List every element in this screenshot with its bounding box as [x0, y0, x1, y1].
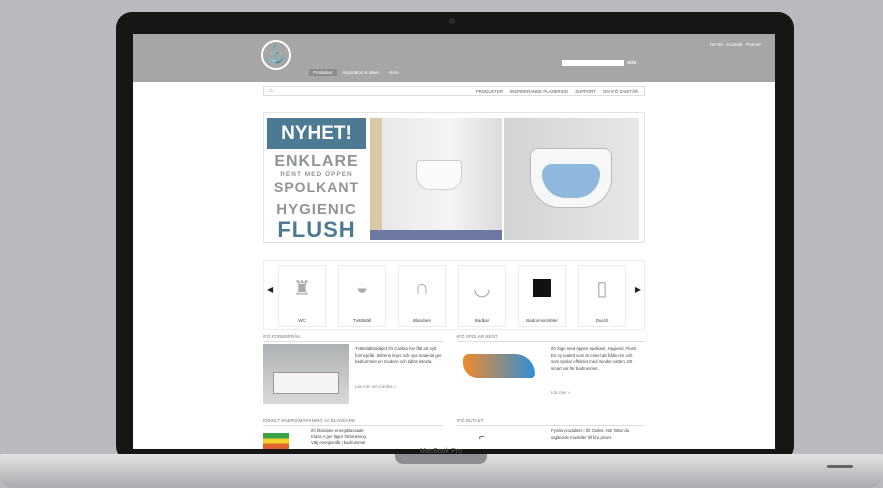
laptop-brand: MacBook Pro: [419, 448, 463, 455]
search-input[interactable]: [562, 60, 624, 66]
faucet-icon: ⌐: [479, 432, 485, 443]
hero-line: HYGIENIC: [276, 201, 357, 218]
toilet-image: [416, 160, 462, 190]
section-heading: IFÖ FORMSPRÅK: [263, 334, 443, 342]
section-heading: IFÖ OUTLET: [457, 418, 645, 426]
header-nav: Produkter Inspiration & Ideer Hem: [309, 69, 403, 76]
hero-line: SPOLKANT: [274, 179, 359, 195]
faucet-icon: ∩: [414, 276, 430, 299]
product-label: Badkar: [474, 318, 490, 323]
wood-panel: [370, 118, 382, 240]
read-more-link[interactable]: Läs mer om Caribia »: [355, 384, 396, 389]
camera-icon: [449, 18, 455, 24]
hero-photo-bathroom: [370, 118, 502, 240]
anchor-logo-icon[interactable]: ⚓: [261, 40, 291, 70]
main-nav-bar: ⌂ PRODUKTER INSPIRERANDE PLANERING SUPPO…: [263, 86, 645, 96]
laptop-frame: ⚓ Om Ifö · Kontakt · Partner SÖK Produkt…: [116, 12, 794, 462]
read-more-link[interactable]: Läs mer »: [551, 390, 570, 395]
header-nav-item[interactable]: Hem: [385, 69, 403, 76]
product-wc[interactable]: ♜ WC: [278, 265, 326, 327]
section-heading: ENKELT ENERGIMÄRKNING AV BLANDARE: [263, 418, 443, 426]
product-badkar[interactable]: ◡ Badkar: [458, 265, 506, 327]
product-label: WC: [298, 318, 306, 323]
product-label: Tvättställ: [352, 318, 371, 323]
header-nav-item[interactable]: Produkter: [309, 69, 337, 76]
energy-label-icon: [263, 433, 289, 449]
base-notch: [395, 454, 487, 464]
bullet-item: Välj energisnålt i badrummet: [311, 440, 366, 445]
product-carousel: ◀ ♜ WC ◒ Tvättställ ∩ Blandare ◡ Badkar …: [263, 260, 645, 330]
product-blandare[interactable]: ∩ Blandare: [398, 265, 446, 327]
hero-line: FLUSH: [277, 217, 356, 242]
browser-screen: ⚓ Om Ifö · Kontakt · Partner SÖK Produkt…: [133, 34, 775, 449]
home-icon[interactable]: ⌂: [269, 88, 273, 94]
drive-slot: [827, 465, 853, 468]
carousel-prev-icon[interactable]: ◀: [267, 285, 273, 294]
shower-icon: ▯: [596, 277, 608, 300]
bathtub-icon: ◡: [473, 277, 491, 300]
product-label: Blandare: [412, 318, 431, 323]
product-dusch[interactable]: ▯ Dusch: [578, 265, 626, 327]
carousel-next-icon[interactable]: ▶: [635, 285, 641, 294]
news-image-bathroom[interactable]: [263, 344, 349, 404]
washbasin-icon: ◒: [355, 276, 369, 299]
toilet-icon: ♜: [293, 277, 311, 300]
hero-banner[interactable]: NYHET! ENKLARE RENT MED ÖPPEN SPOLKANT H…: [263, 112, 645, 243]
hero-badge: NYHET!: [267, 118, 366, 149]
top-links[interactable]: Om Ifö · Kontakt · Partner: [709, 42, 761, 47]
news-text: Ifö Sign med öppen spolkant, Hygienic Fl…: [551, 346, 638, 371]
splash-graphic: [463, 354, 535, 378]
news-image-splash[interactable]: [457, 344, 543, 404]
news-text: Tvättställsskåpet Ifö Caribia har fått e…: [355, 346, 442, 364]
product-badrumsmobler[interactable]: Badrumsmöbler: [518, 265, 566, 327]
product-label: Badrumsmöbler: [526, 318, 558, 323]
main-nav: PRODUKTER INSPIRERANDE PLANERING SUPPORT…: [476, 89, 638, 94]
header-nav-item[interactable]: Inspiration & Ideer: [339, 69, 384, 76]
nav-item-om-ifo[interactable]: OM IFÖ SANITÄR: [603, 89, 638, 94]
nav-item-planering[interactable]: INSPIRERANDE PLANERING: [510, 89, 568, 94]
site-header: ⚓ Om Ifö · Kontakt · Partner SÖK Produkt…: [133, 34, 775, 82]
hero-line: ENKLARE: [274, 153, 359, 170]
nav-item-support[interactable]: SUPPORT: [575, 89, 596, 94]
hero-line: RENT MED ÖPPEN: [280, 171, 353, 178]
rug: [370, 230, 502, 240]
product-label: Dusch: [595, 318, 609, 323]
bathtub-image: [273, 372, 339, 394]
news-text: Fynda produkter i Ifö Outlet. Här hittar…: [551, 428, 630, 440]
hero-photo-flush: [504, 118, 639, 240]
cabinet-icon: [527, 270, 557, 306]
nav-item-produkter[interactable]: PRODUKTER: [476, 89, 503, 94]
product-tvattstall[interactable]: ◒ Tvättställ: [338, 265, 386, 327]
laptop-base: MacBook Pro: [0, 448, 883, 488]
search-button[interactable]: SÖK: [627, 60, 637, 65]
section-heading: IFÖ SPOLAR RENT: [457, 334, 645, 342]
